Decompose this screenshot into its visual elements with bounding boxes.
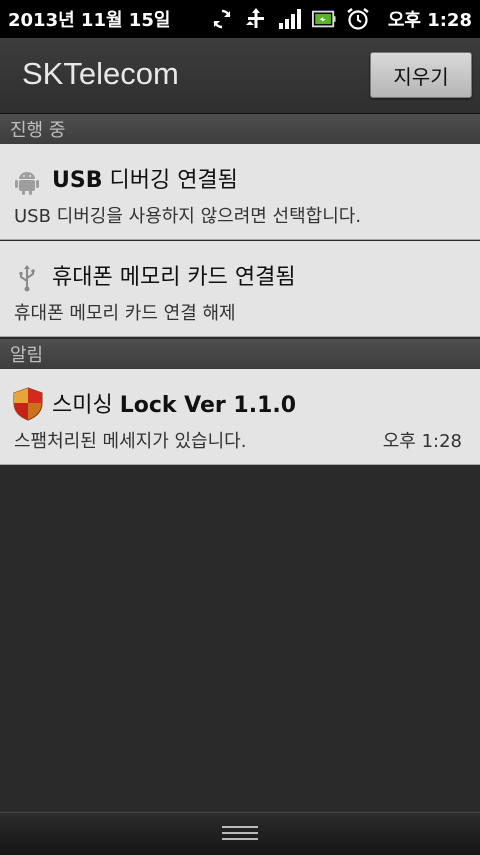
drag-handle-icon[interactable] [222,825,258,841]
notification-sd-card[interactable]: 휴대폰 메모리 카드 연결됨 휴대폰 메모리 카드 연결 해제 [0,241,480,337]
notification-description: 스팸처리된 메세지가 있습니다. [14,431,247,452]
notification-title: 휴대폰 메모리 카드 연결됨 [52,265,296,290]
android-icon [12,166,42,196]
clear-button[interactable]: 지우기 [370,52,472,98]
status-date: 2013년 11월 15일 [8,10,171,31]
alarm-clock-icon [346,7,370,31]
notification-smishing-lock[interactable]: 스미싱 Lock Ver 1.1.0 스팸처리된 메세지가 있습니다. 오후 1… [0,369,480,465]
section-notifications: 알림 [0,339,480,369]
sync-icon [210,7,234,31]
usb-data-icon [244,7,268,31]
status-bar: 2013년 11월 15일 오후 1:28 [0,0,480,38]
notification-header: SKTelecom 지우기 [0,38,480,114]
notification-time: 오후 1:28 [382,431,462,452]
status-icons: 오후 1:28 [210,6,472,32]
notification-title: 스미싱 Lock Ver 1.1.0 [52,393,297,418]
notification-description: 휴대폰 메모리 카드 연결 해제 [14,303,236,324]
carrier-name: SKTelecom [22,56,179,91]
signal-icon [278,7,302,31]
shield-icon [12,387,43,421]
notification-description: USB 디버깅을 사용하지 않으려면 선택합니다. [14,206,362,227]
section-ongoing: 진행 중 [0,114,480,144]
usb-icon [12,263,42,293]
notification-title: USB 디버깅 연결됨 [52,168,238,193]
battery-icon [311,7,336,31]
panel-close-handle-bar[interactable] [0,812,480,855]
status-time: 오후 1:28 [387,10,472,31]
notification-usb-debugging[interactable]: USB 디버깅 연결됨 USB 디버깅을 사용하지 않으려면 선택합니다. [0,144,480,240]
